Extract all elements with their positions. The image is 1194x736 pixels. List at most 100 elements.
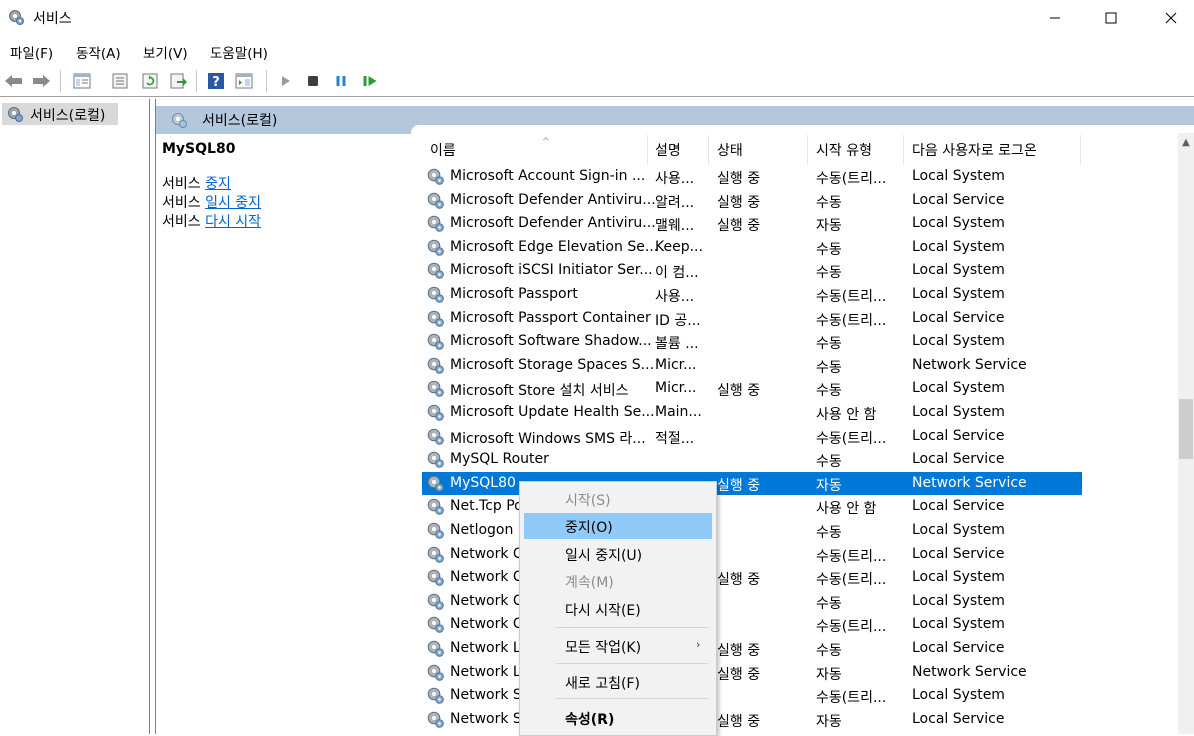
forward-button[interactable]	[31, 71, 51, 91]
service-row[interactable]: MySQL Router 수동 Local Service	[422, 448, 1082, 472]
tree-item-services-local[interactable]: 서비스(로컬)	[2, 103, 118, 125]
context-menu-properties[interactable]: 속성(R)	[524, 705, 712, 731]
service-row[interactable]: Microsoft iSCSI Initiator Ser... 이 컴... 수동…	[422, 259, 1082, 283]
service-startup-type: 수동	[816, 241, 842, 258]
service-name: Network C	[450, 592, 523, 609]
export-list-button[interactable]	[168, 71, 188, 91]
column-header-log-on-as[interactable]: 다음 사용자로 로그온	[912, 140, 1037, 162]
context-menu-resume[interactable]: 계속(M)	[524, 568, 712, 594]
service-row[interactable]: Microsoft Account Sign-in ... 사용... 실행 중 수동…	[422, 165, 1082, 189]
stop-service-button[interactable]	[303, 71, 323, 91]
minimize-button[interactable]	[1032, 0, 1078, 36]
service-name: Microsoft Passport Container	[450, 309, 651, 326]
show-hide-tree-button[interactable]	[72, 71, 92, 91]
context-menu-pause[interactable]: 일시 중지(U)	[524, 541, 712, 567]
service-log-on-as: Network Service	[912, 356, 1027, 373]
properties-button[interactable]	[110, 71, 130, 91]
service-log-on-as: Local Service	[912, 498, 1005, 515]
column-header-startup-type[interactable]: 시작 유형	[816, 140, 872, 162]
service-gear-icon	[427, 404, 444, 421]
service-row[interactable]: Microsoft Edge Elevation Se... Keep... 수동 L…	[422, 236, 1082, 260]
context-menu-stop[interactable]: 중지(O)	[524, 513, 712, 539]
context-menu-label: 일시 중지(U)	[565, 548, 643, 564]
service-description: 이 컴...	[655, 265, 699, 282]
pause-service-link[interactable]: 일시 중지	[205, 195, 261, 211]
scrollbar-thumb[interactable]	[1179, 399, 1193, 459]
start-service-button[interactable]	[276, 71, 296, 91]
show-hide-action-pane-button[interactable]	[234, 71, 254, 91]
service-row[interactable]: Microsoft Defender Antiviru... 알려... 실행 중 수…	[422, 189, 1082, 213]
restart-icon	[363, 76, 377, 86]
service-row[interactable]: Microsoft Storage Spaces S... Micr... 수동 Ne…	[422, 354, 1082, 378]
pane-splitter[interactable]	[149, 99, 150, 734]
restart-service-link[interactable]: 다시 시작	[205, 214, 261, 230]
context-menu-label: 새로 고침(F)	[565, 676, 640, 692]
svg-text:?: ?	[212, 75, 220, 90]
service-name: MySQL Router	[450, 451, 549, 468]
service-name: Microsoft Windows SMS 라...	[450, 430, 646, 447]
service-status: 실행 중	[717, 713, 761, 730]
context-menu-label: 모든 작업(K)	[565, 640, 642, 656]
service-startup-type: 수동(트리...	[816, 430, 887, 447]
service-name: Microsoft Passport	[450, 286, 578, 302]
service-row[interactable]: Microsoft Passport Container ID 공... 수동(트리…	[422, 307, 1082, 331]
column-header-name[interactable]: 이름 ^	[430, 137, 645, 162]
context-menu-refresh[interactable]: 새로 고침(F)	[524, 669, 712, 695]
context-menu-separator	[556, 663, 708, 664]
context-menu-separator	[556, 698, 708, 699]
context-menu-label: 속성(R)	[565, 712, 615, 728]
menu-view[interactable]: 보기(V)	[143, 42, 188, 62]
vertical-scrollbar[interactable]: ▲	[1178, 133, 1194, 734]
column-header-status[interactable]: 상태	[717, 140, 743, 162]
service-startup-type: 자동	[816, 713, 842, 730]
stop-service-link[interactable]: 중지	[205, 176, 231, 192]
service-log-on-as: Local System	[912, 168, 1005, 184]
menu-action[interactable]: 동작(A)	[76, 42, 121, 62]
column-divider[interactable]	[807, 135, 808, 165]
back-button[interactable]	[4, 71, 24, 91]
service-status: 실행 중	[717, 194, 761, 211]
action-prefix: 서비스	[162, 214, 206, 230]
column-divider[interactable]	[1080, 135, 1081, 165]
menu-help[interactable]: 도움말(H)	[210, 42, 268, 62]
help-icon: ?	[208, 73, 224, 90]
context-menu-start[interactable]: 시작(S)	[524, 486, 712, 512]
submenu-arrow-icon: ›	[696, 638, 701, 651]
service-status: 실행 중	[717, 572, 761, 589]
service-startup-type: 사용 안 함	[816, 407, 877, 423]
service-name: Network Lo	[450, 663, 530, 680]
restart-service-button[interactable]	[360, 71, 380, 91]
column-divider[interactable]	[708, 135, 709, 165]
tree-item-label: 서비스(로컬)	[30, 108, 106, 124]
service-row[interactable]: Microsoft Store 설치 서비스 Micr... 실행 중 수동 Local…	[422, 377, 1082, 401]
context-menu-restart[interactable]: 다시 시작(E)	[524, 596, 712, 622]
service-log-on-as: Local Service	[912, 451, 1005, 468]
service-row[interactable]: Microsoft Defender Antiviru... 맬웨... 실행 중 자…	[422, 212, 1082, 236]
service-row[interactable]: Microsoft Software Shadow... 볼륨 ... 수동 Loca…	[422, 330, 1082, 354]
service-gear-icon	[427, 687, 444, 704]
service-description: 알려...	[655, 194, 695, 211]
service-log-on-as: Local Service	[912, 309, 1005, 326]
service-name: Net.Tcp Po	[450, 498, 523, 515]
close-button[interactable]	[1148, 0, 1194, 36]
service-gear-icon	[427, 546, 444, 563]
service-row[interactable]: Microsoft Update Health Se... Main... 사용 안…	[422, 401, 1082, 425]
maximize-button[interactable]	[1088, 0, 1134, 36]
services-gear-icon	[8, 107, 23, 122]
maximize-icon	[1105, 12, 1117, 24]
play-icon	[282, 76, 290, 86]
scroll-up-icon[interactable]: ▲	[1178, 137, 1194, 153]
refresh-button[interactable]	[140, 71, 160, 91]
pause-service-button[interactable]	[331, 71, 351, 91]
column-header-description[interactable]: 설명	[655, 140, 681, 162]
context-menu-all-tasks[interactable]: 모든 작업(K) ›	[524, 633, 712, 659]
service-details: MySQL80 서비스 중지 서비스 일시 중지 서비스 다시 시작	[162, 141, 412, 232]
sort-ascending-icon: ^	[542, 137, 550, 147]
column-divider[interactable]	[647, 135, 648, 165]
service-row[interactable]: Microsoft Windows SMS 라... 적절... 수동(트리... L…	[422, 425, 1082, 449]
service-row[interactable]: Microsoft Passport 사용... 수동(트리... Local Sys…	[422, 283, 1082, 307]
menu-file[interactable]: 파일(F)	[10, 42, 53, 62]
help-button[interactable]: ?	[206, 71, 226, 91]
column-divider[interactable]	[903, 135, 904, 165]
service-log-on-as: Network Service	[912, 663, 1027, 680]
